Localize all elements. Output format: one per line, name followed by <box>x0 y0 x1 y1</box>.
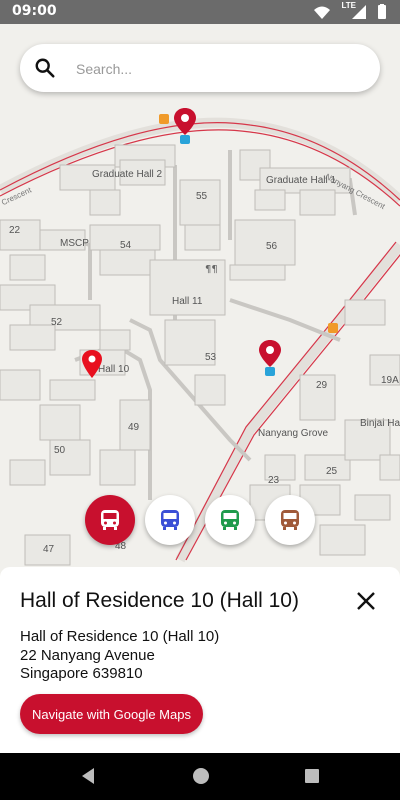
map-label-hall-11: Hall 11 <box>172 296 203 307</box>
bus-stop-marker[interactable] <box>259 340 281 376</box>
campus-map[interactable]: ¶¶ Graduate Hall 2 Graduate Hall 1 Nanya… <box>0 24 400 584</box>
map-label-52: 52 <box>51 317 63 328</box>
map-label-47: 47 <box>43 544 55 555</box>
map-label-56: 56 <box>266 241 278 252</box>
search-input[interactable] <box>74 54 368 84</box>
brown-bus-route-button[interactable] <box>265 495 315 545</box>
map-label-23: 23 <box>268 475 280 486</box>
search-icon[interactable] <box>34 57 56 79</box>
home-icon[interactable] <box>191 766 211 786</box>
search-bar[interactable] <box>20 44 380 92</box>
status-bar: 09:00 LTE <box>0 0 400 24</box>
svg-text:¶¶: ¶¶ <box>205 264 218 275</box>
map-label-mscp: MSCP <box>60 238 89 249</box>
map-label-19a: 19A <box>381 375 399 386</box>
map-label-53: 53 <box>205 352 217 363</box>
location-address: Hall of Residence 10 (Hall 10) 22 Nanyan… <box>20 628 219 684</box>
address-line-3: Singapore 639810 <box>20 665 143 682</box>
status-icons <box>314 4 386 19</box>
signal-icon <box>352 5 366 19</box>
navigation-bar <box>0 753 400 800</box>
blue-bus-route-button[interactable] <box>145 495 195 545</box>
bus-icon <box>101 510 119 530</box>
address-line-2: 22 Nanyang Avenue <box>20 646 155 664</box>
green-bus-route-button[interactable] <box>205 495 255 545</box>
map-label-22: 22 <box>9 225 21 236</box>
red-bus-route-button[interactable] <box>85 495 135 545</box>
close-icon[interactable] <box>354 589 378 613</box>
bus-icon <box>281 510 299 530</box>
bus-icon <box>161 510 179 530</box>
location-title: Hall of Residence 10 (Hall 10) <box>20 589 299 612</box>
map-label-29: 29 <box>316 380 328 391</box>
map-label-graduate-hall-2: Graduate Hall 2 <box>92 169 163 180</box>
map-label-49: 49 <box>128 422 140 433</box>
bus-stop-marker[interactable] <box>174 108 196 144</box>
address-line-1: Hall of Residence 10 (Hall 10) <box>20 628 220 645</box>
map-label-nanyang-grove: Nanyang Grove <box>258 428 329 439</box>
map-label-25: 25 <box>326 466 338 477</box>
recent-apps-icon[interactable] <box>304 768 320 784</box>
navigate-google-maps-button[interactable]: Navigate with Google Maps <box>20 694 203 734</box>
location-details-sheet: Hall of Residence 10 (Hall 10) Hall of R… <box>0 567 400 753</box>
status-time: 09:00 <box>12 3 57 19</box>
map-label-50: 50 <box>54 445 66 456</box>
map-label-hall-10: Hall 10 <box>98 364 130 375</box>
back-icon[interactable] <box>80 767 96 785</box>
battery-icon <box>378 5 386 19</box>
map-label-54: 54 <box>120 240 132 251</box>
wifi-icon <box>314 6 330 19</box>
bus-icon <box>221 510 239 530</box>
map-label-binjai-hall: Binjai Hall <box>360 418 400 429</box>
location-pin-icon[interactable] <box>82 350 102 378</box>
map-label-55: 55 <box>196 191 208 202</box>
